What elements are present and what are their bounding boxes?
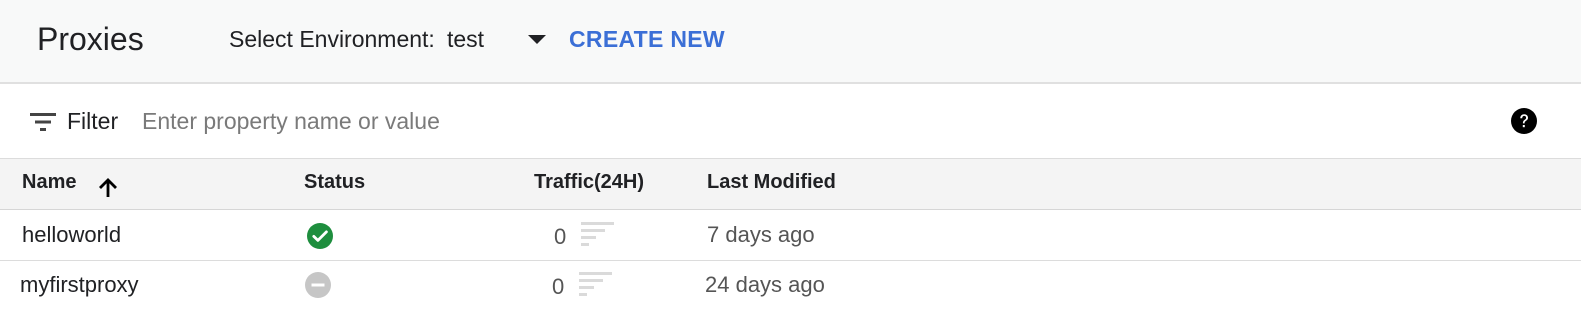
column-header-last-modified[interactable]: Last Modified [707, 171, 836, 194]
column-header-name[interactable]: Name [22, 171, 76, 194]
table-row[interactable]: helloworld 0 7 days ago [0, 210, 1581, 261]
last-modified: 24 days ago [705, 272, 825, 297]
environment-value: test [447, 25, 485, 52]
proxy-name[interactable]: myfirstproxy [20, 272, 139, 298]
filter-bar: Filter [0, 84, 1581, 159]
create-new-button[interactable]: CREATE NEW [569, 26, 725, 53]
traffic-chart-icon [579, 272, 612, 296]
filter-label: Filter [67, 108, 119, 134]
column-header-traffic[interactable]: Traffic(24H) [534, 171, 644, 194]
filter-input[interactable] [142, 104, 1442, 138]
traffic-count: 0 [552, 274, 565, 299]
minus-circle-icon [305, 272, 331, 298]
environment-label: Select Environment: [229, 26, 435, 52]
proxy-name[interactable]: helloworld [22, 222, 121, 248]
last-modified: 7 days ago [707, 222, 815, 247]
traffic-chart-icon [581, 222, 614, 246]
dropdown-arrow-icon [528, 34, 547, 44]
arrow-up-icon[interactable] [96, 175, 120, 199]
table-header: Name Status Traffic(24H) Last Modified [0, 159, 1581, 210]
check-circle-icon [307, 223, 333, 249]
filter-list-icon[interactable] [30, 112, 56, 132]
page-header: Proxies Select Environment: test CREATE … [0, 0, 1581, 84]
table-row[interactable]: myfirstproxy 0 24 days ago [0, 261, 1581, 311]
environment-select[interactable]: test [447, 22, 547, 56]
help-icon[interactable] [1511, 108, 1537, 134]
traffic-count: 0 [554, 224, 567, 249]
page-title: Proxies [37, 21, 144, 57]
column-header-status[interactable]: Status [304, 171, 365, 194]
